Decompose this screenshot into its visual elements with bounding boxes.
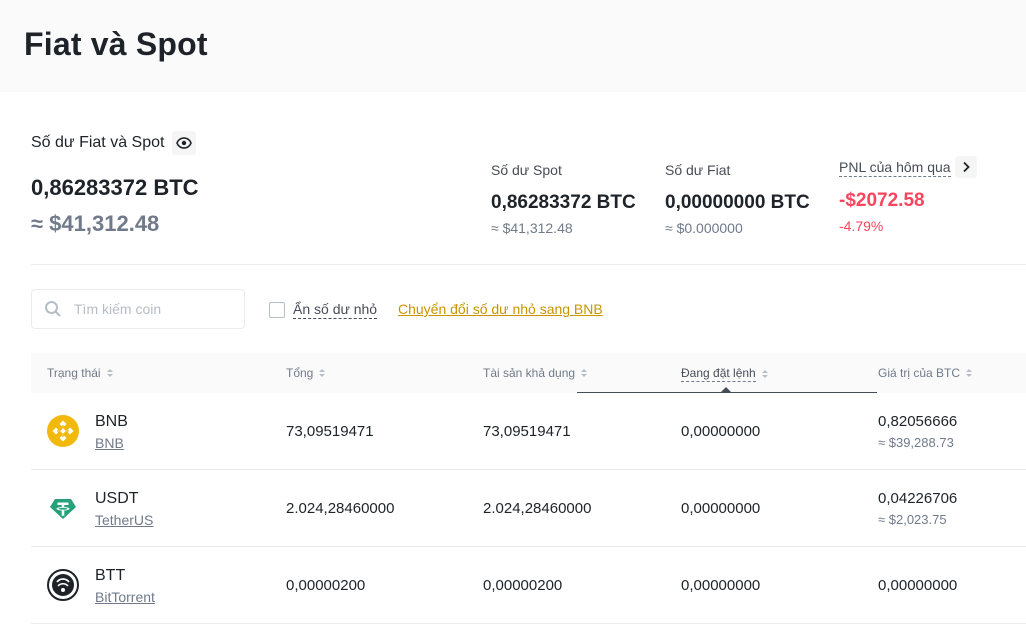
cell-btc-value: 0,04226706 (878, 490, 958, 507)
column-total-label: Tổng (286, 366, 314, 380)
tooltip-caret (721, 387, 731, 392)
coin-symbol: USDT (95, 490, 139, 507)
cell-in-order: 0,00000000 (681, 423, 761, 440)
column-in-order-label: Đang đặt lệnh (681, 366, 756, 382)
page-header: Fiat và Spot (0, 0, 1026, 92)
hide-small-balance-checkbox[interactable] (269, 301, 285, 318)
sort-icon (106, 369, 113, 377)
pnl-value: -$2072.58 (839, 190, 925, 211)
sort-icon (966, 369, 973, 377)
section-divider (31, 264, 1026, 265)
convert-small-balance-link[interactable]: Chuyển đổi số dư nhỏ sang BNB (398, 300, 603, 318)
chevron-right-icon (962, 161, 970, 173)
sort-icon (319, 369, 326, 377)
fiat-balance-value: 0,00000000 BTC (665, 192, 810, 213)
column-in-order[interactable]: Đang đặt lệnh (681, 366, 768, 382)
cell-available: 0,00000200 (483, 577, 563, 594)
cell-total: 73,09519471 (286, 423, 374, 440)
search-icon (45, 301, 61, 317)
fiat-balance-stat: Số dư Fiat 0,00000000 BTC ≈ $0.000000 (665, 160, 810, 236)
cell-usd-value: ≈ $39,288.73 (878, 435, 954, 450)
coin-name-link[interactable]: BNB (95, 435, 124, 451)
coin-name-link[interactable]: BitTorrent (95, 589, 155, 605)
fiat-balance-usd: ≈ $0.000000 (665, 220, 743, 236)
cell-btc-value: 0,82056666 (878, 413, 958, 430)
spot-balance-label: Số dư Spot (491, 162, 562, 178)
spot-balance-value: 0,86283372 BTC (491, 192, 636, 213)
hide-small-balance-toggle[interactable]: Ẩn số dư nhỏ (269, 300, 378, 319)
toggle-visibility-button[interactable] (172, 131, 197, 155)
page-title: Fiat và Spot (24, 26, 208, 62)
total-btc-balance: 0,86283372 BTC (31, 175, 199, 200)
pnl-label[interactable]: PNL của hôm qua (839, 158, 951, 177)
total-usd-balance: ≈ $41,312.48 (31, 211, 160, 236)
table-row: BTT BitTorrent 0,00000200 0,00000200 0,0… (31, 547, 1026, 624)
balance-label: Số dư Fiat và Spot (31, 134, 165, 151)
table-row: USDT TetherUS 2.024,28460000 2.024,28460… (31, 470, 1026, 547)
coin-search-input[interactable] (74, 301, 224, 317)
column-available[interactable]: Tài sản khả dụng (483, 366, 588, 380)
cell-btc-value: 0,00000000 (878, 577, 958, 594)
column-status-label: Trạng thái (47, 366, 101, 380)
coin-search-box[interactable] (31, 289, 245, 329)
coin-name-link[interactable]: TetherUS (95, 512, 153, 528)
cell-available: 2.024,28460000 (483, 500, 592, 517)
cell-total: 2.024,28460000 (286, 500, 395, 517)
table-row: BNB BNB 73,09519471 73,09519471 0,000000… (31, 393, 1026, 470)
spot-balance-stat: Số dư Spot 0,86283372 BTC ≈ $41,312.48 (491, 160, 636, 236)
pnl-percent: -4.79% (839, 218, 884, 234)
table-header: Trạng thái Tổng Tài sản khả dụng Đang đặ… (31, 353, 1026, 393)
cell-total: 0,00000200 (286, 577, 366, 594)
coin-symbol: BNB (95, 413, 128, 430)
spot-balance-usd: ≈ $41,312.48 (491, 220, 573, 236)
pnl-details-button[interactable] (954, 156, 977, 178)
column-btc-value-label: Giá trị của BTC (878, 366, 961, 380)
cell-in-order: 0,00000000 (681, 577, 761, 594)
bnb-logo-icon (47, 415, 79, 447)
cell-usd-value: ≈ $2,023.75 (878, 512, 947, 527)
hide-small-balance-label[interactable]: Ẩn số dư nhỏ (293, 300, 378, 319)
usdt-logo-icon (50, 499, 76, 519)
sort-icon (761, 370, 768, 378)
btt-logo-icon (47, 569, 79, 601)
column-total[interactable]: Tổng (286, 366, 326, 380)
sort-icon (581, 369, 588, 377)
fiat-balance-label: Số dư Fiat (665, 162, 731, 178)
cell-available: 73,09519471 (483, 423, 571, 440)
eye-icon (176, 137, 193, 149)
coin-symbol: BTT (95, 567, 126, 584)
pnl-stat: PNL của hôm qua -$2072.58 -4.79% (839, 156, 977, 234)
column-status[interactable]: Trạng thái (47, 366, 113, 380)
column-available-label: Tài sản khả dụng (483, 366, 576, 380)
column-btc-value[interactable]: Giá trị của BTC (878, 366, 973, 380)
balance-label-row: Số dư Fiat và Spot (31, 131, 197, 155)
pnl-label-row: PNL của hôm qua (839, 156, 977, 178)
cell-in-order: 0,00000000 (681, 500, 761, 517)
